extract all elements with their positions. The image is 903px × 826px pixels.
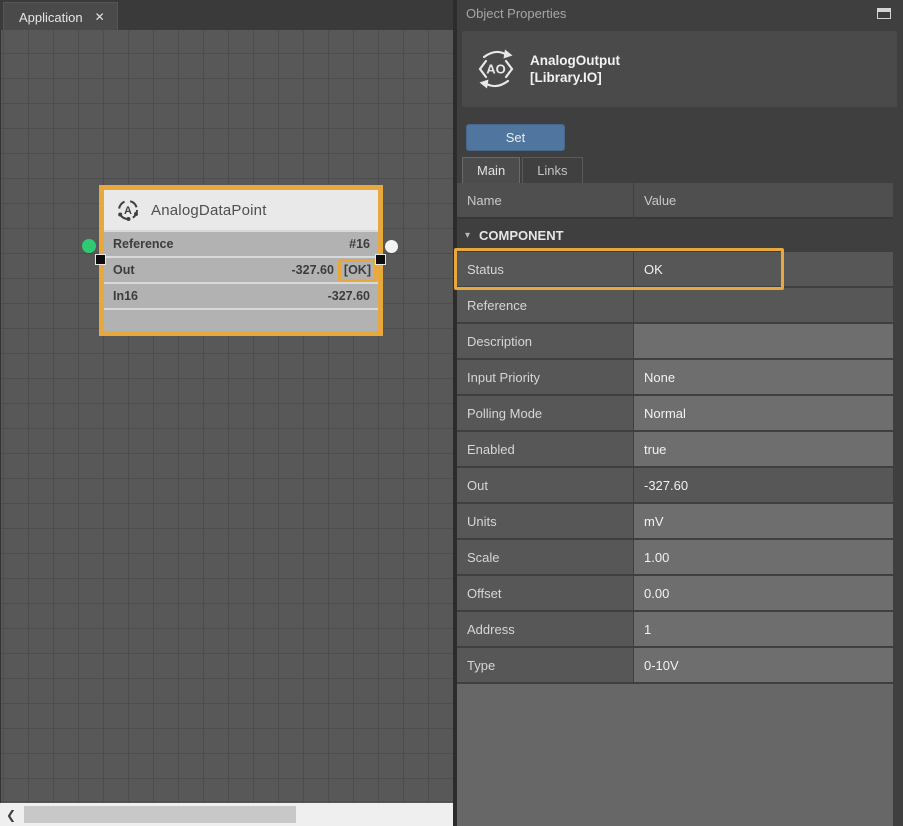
slot-label: Out xyxy=(104,263,135,277)
selection-handle-right[interactable] xyxy=(375,254,386,265)
node-slot-rows: Reference#16Out-327.60[OK]In16-327.60 xyxy=(104,232,378,331)
svg-text:A: A xyxy=(124,205,132,217)
property-name: Address xyxy=(457,612,633,646)
property-value[interactable]: OK xyxy=(634,252,893,286)
property-value[interactable] xyxy=(634,324,893,358)
property-value[interactable]: Normal xyxy=(634,396,893,430)
property-value[interactable]: 0-10V xyxy=(634,648,893,682)
property-name: Offset xyxy=(457,576,633,610)
status-ok-badge: [OK] xyxy=(338,259,377,282)
node-row-in16[interactable]: In16 -327.60 xyxy=(104,284,378,308)
property-row-out[interactable]: Out-327.60 xyxy=(457,468,893,502)
node-row-out[interactable]: Out -327.60[OK] xyxy=(104,258,378,282)
property-value[interactable]: 0.00 xyxy=(634,576,893,610)
property-value[interactable]: None xyxy=(634,360,893,394)
node-body: A AnalogDataPoint Reference #16 Out -327.60… xyxy=(104,190,378,331)
property-value[interactable]: mV xyxy=(634,504,893,538)
tab-label: Application xyxy=(19,10,83,25)
property-row-enabled[interactable]: Enabledtrue xyxy=(457,432,893,466)
slot-label: Reference xyxy=(104,237,173,251)
column-header-name[interactable]: Name xyxy=(457,183,633,219)
node-analogdatapoint[interactable]: A AnalogDataPoint Reference #16 Out -327.60… xyxy=(99,185,383,336)
tab-links[interactable]: Links xyxy=(522,157,582,183)
horizontal-scrollbar[interactable]: ❮ xyxy=(0,803,453,826)
property-row-units[interactable]: UnitsmV xyxy=(457,504,893,538)
table-header: Name Value xyxy=(457,183,893,219)
property-row-input-priority[interactable]: Input PriorityNone xyxy=(457,360,893,394)
wiresheet-canvas[interactable] xyxy=(0,30,454,803)
analog-circle-icon: A xyxy=(115,197,141,223)
slot-label: In16 xyxy=(104,289,138,303)
node-row-reference[interactable]: Reference #16 xyxy=(104,232,378,256)
canvas-pane: Application ✕ A AnalogDataPoint Referenc… xyxy=(0,0,453,826)
object-properties-panel: Object Properties AO AnalogOutput [Libra… xyxy=(453,0,903,826)
property-name: Reference xyxy=(457,288,633,322)
property-value[interactable]: 1 xyxy=(634,612,893,646)
set-button[interactable]: Set xyxy=(466,124,565,151)
property-name: Units xyxy=(457,504,633,538)
property-value[interactable] xyxy=(634,288,893,322)
property-value[interactable]: -327.60 xyxy=(634,468,893,502)
section-component[interactable]: ▾ COMPONENT xyxy=(457,219,893,252)
svg-text:AO: AO xyxy=(486,62,506,77)
property-name: Out xyxy=(457,468,633,502)
canvas-tab-bar: Application ✕ xyxy=(0,0,453,32)
property-name: Enabled xyxy=(457,432,633,466)
selection-handle-left[interactable] xyxy=(95,254,106,265)
property-rows: StatusOKReferenceDescriptionInput Priori… xyxy=(457,252,893,682)
property-row-scale[interactable]: Scale1.00 xyxy=(457,540,893,574)
float-window-icon[interactable] xyxy=(877,8,891,19)
property-row-description[interactable]: Description xyxy=(457,324,893,358)
property-row-reference[interactable]: Reference xyxy=(457,288,893,322)
property-name: Polling Mode xyxy=(457,396,633,430)
section-label: COMPONENT xyxy=(479,228,564,243)
property-name: Type xyxy=(457,648,633,682)
input-port-dot[interactable] xyxy=(82,239,96,253)
selected-object-header: AO AnalogOutput [Library.IO] xyxy=(462,31,897,107)
scroll-left-arrow-icon[interactable]: ❮ xyxy=(0,803,22,826)
column-header-value[interactable]: Value xyxy=(634,183,893,219)
tab-main[interactable]: Main xyxy=(462,157,520,183)
property-row-type[interactable]: Type0-10V xyxy=(457,648,893,682)
slot-value: #16 xyxy=(349,237,378,251)
node-row-empty xyxy=(104,310,378,331)
property-row-status[interactable]: StatusOK xyxy=(457,252,893,286)
analog-output-icon: AO xyxy=(475,46,517,92)
property-name: Status xyxy=(457,252,633,286)
panel-title: Object Properties xyxy=(466,6,566,21)
property-name: Description xyxy=(457,324,633,358)
slot-value: -327.60 xyxy=(328,289,378,303)
property-value[interactable]: 1.00 xyxy=(634,540,893,574)
property-row-offset[interactable]: Offset0.00 xyxy=(457,576,893,610)
tab-application[interactable]: Application ✕ xyxy=(3,2,118,31)
property-name: Scale xyxy=(457,540,633,574)
properties-tabs: Main Links xyxy=(462,157,583,183)
close-icon[interactable]: ✕ xyxy=(95,10,105,24)
object-name: AnalogOutput xyxy=(530,52,620,69)
property-row-polling-mode[interactable]: Polling ModeNormal xyxy=(457,396,893,430)
node-header[interactable]: A AnalogDataPoint xyxy=(104,190,378,230)
collapse-arrow-icon[interactable]: ▾ xyxy=(465,230,470,241)
properties-titlebar: Object Properties xyxy=(457,0,903,27)
node-title: AnalogDataPoint xyxy=(151,202,267,219)
output-port-dot[interactable] xyxy=(385,240,398,253)
property-value[interactable]: true xyxy=(634,432,893,466)
object-library: [Library.IO] xyxy=(530,69,620,86)
scrollbar-thumb[interactable] xyxy=(24,806,296,823)
table-empty-area xyxy=(457,684,893,826)
slot-value: -327.60 xyxy=(292,263,338,277)
property-row-address[interactable]: Address1 xyxy=(457,612,893,646)
property-name: Input Priority xyxy=(457,360,633,394)
